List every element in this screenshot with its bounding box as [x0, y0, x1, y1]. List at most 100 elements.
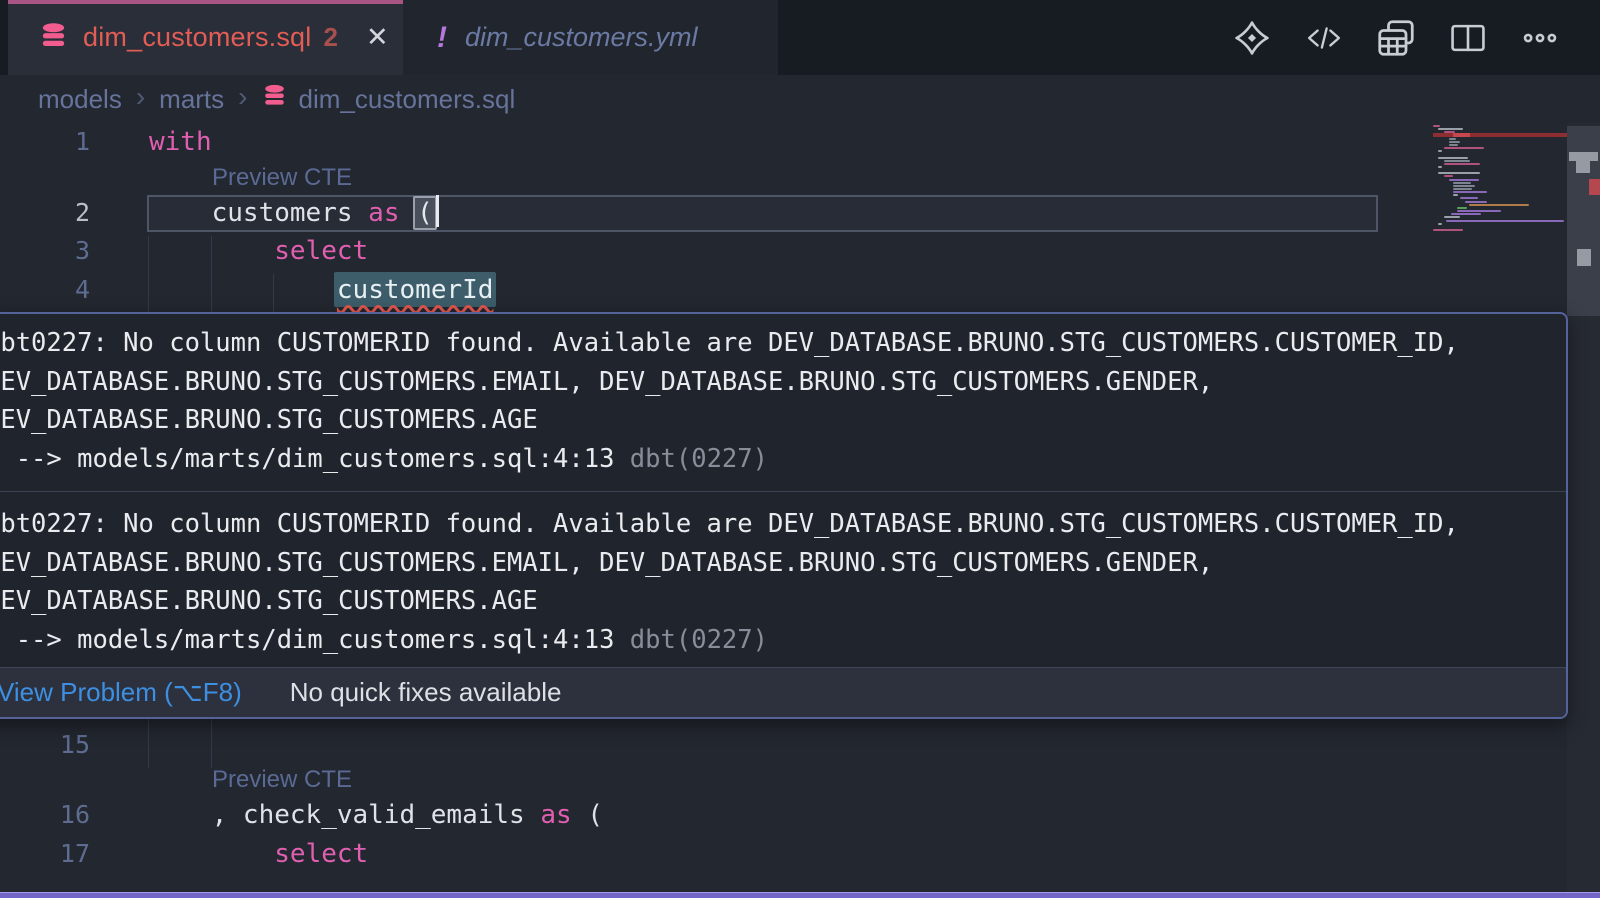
- minimap-code-line: [1446, 220, 1564, 222]
- minimap-error-line: [1433, 133, 1567, 137]
- breadcrumb-item-models[interactable]: models: [38, 84, 122, 115]
- code-preview-icon[interactable]: [1304, 18, 1344, 58]
- code-token: (: [413, 196, 437, 230]
- line-number: 2: [0, 194, 90, 233]
- tab-dim-customers-sql[interactable]: dim_customers.sql 2 ✕: [8, 0, 403, 75]
- code-token: with: [149, 127, 212, 157]
- minimap-code-line: [1457, 210, 1501, 212]
- codelens-row: Preview CTE: [0, 764, 1600, 796]
- code-token: (: [572, 800, 603, 830]
- overview-ruler[interactable]: [1567, 123, 1600, 892]
- line-content: , check_valid_emails as (: [149, 796, 603, 835]
- code-editor[interactable]: 1withPreview CTE2customers as (3select4c…: [0, 123, 1600, 892]
- minimap-code-line: [1438, 128, 1463, 130]
- error-file-location[interactable]: --> models/marts/dim_customers.sql:4:13: [0, 625, 614, 655]
- minimap-code-line: [1444, 160, 1470, 162]
- minimap-code-line: [1449, 179, 1479, 181]
- minimap-code-line: [1453, 191, 1487, 193]
- error-message-line: DEV_DATABASE.BRUNO.STG_CUSTOMERS.EMAIL, …: [0, 544, 1566, 583]
- minimap-error-word: [1453, 133, 1470, 137]
- minimap-code-line: [1453, 188, 1472, 190]
- error-location-line: --> models/marts/dim_customers.sql:4:13 …: [0, 440, 1566, 479]
- code-token: as: [368, 198, 399, 228]
- code-line[interactable]: 16 , check_valid_emails as (: [0, 796, 1600, 835]
- editor-window: dim_customers.sql 2 ✕ ! dim_customers.ym…: [0, 0, 1600, 898]
- line-content: customerId: [149, 271, 493, 310]
- minimap-code-line: [1444, 163, 1480, 165]
- overview-marker: [1577, 249, 1591, 266]
- error-message-line: dbt0227: No column CUSTOMERID found. Ava…: [0, 324, 1566, 363]
- code-line[interactable]: 3select: [0, 232, 1600, 271]
- code-token: customers: [212, 198, 369, 228]
- tab-bar: dim_customers.sql 2 ✕ ! dim_customers.ym…: [0, 0, 1600, 75]
- minimap-code-line: [1438, 172, 1480, 174]
- panel-resize-handle[interactable]: [0, 892, 1600, 898]
- error-message-line: dbt0227: No column CUSTOMERID found. Ava…: [0, 505, 1566, 544]
- code-lines-top: 1 withPreview CTE 2 customers as (3select4 c…: [0, 123, 1600, 309]
- line-number: 16: [0, 796, 90, 835]
- minimap-code-line: [1438, 166, 1442, 168]
- popup-divider: [0, 491, 1566, 492]
- minimap-code-line: [1469, 204, 1529, 206]
- popup-status-bar: View Problem (⌥F8) No quick fixes availa…: [0, 667, 1566, 717]
- code-token: as: [540, 800, 571, 830]
- error-file-location[interactable]: --> models/marts/dim_customers.sql:4:13: [0, 444, 614, 474]
- code-token: , check_valid_emails: [212, 800, 541, 830]
- dbt-logo-icon[interactable]: [1232, 18, 1272, 58]
- close-icon[interactable]: ✕: [366, 22, 389, 53]
- no-quick-fixes-label: No quick fixes available: [290, 677, 562, 708]
- line-number: 17: [0, 835, 90, 874]
- minimap-code-line: [1457, 207, 1467, 209]
- minimap-code-line: [1433, 125, 1440, 127]
- line-content: select: [149, 835, 368, 874]
- code-token: select: [274, 839, 368, 869]
- code-line[interactable]: 4 customerId: [0, 271, 1600, 310]
- minimap-code-line: [1465, 201, 1487, 203]
- editor-actions: [1232, 0, 1560, 75]
- line-content: select: [149, 232, 368, 271]
- breadcrumb-item-file[interactable]: dim_customers.sql: [261, 82, 515, 116]
- error-message-line: DEV_DATABASE.BRUNO.STG_CUSTOMERS.AGE: [0, 401, 1566, 440]
- line-number: 4: [0, 271, 90, 310]
- codelens-row: Preview CTE: [0, 162, 1600, 194]
- minimap-code-line: [1451, 213, 1481, 215]
- split-editor-icon[interactable]: [1448, 18, 1488, 58]
- line-content: customers as (: [149, 194, 439, 233]
- code-line[interactable]: 1 with: [0, 123, 1600, 162]
- error-message-block: dbt0227: No column CUSTOMERID found. Ava…: [0, 505, 1566, 659]
- code-line[interactable]: 2 customers as (: [0, 194, 1600, 233]
- minimap-code-line: [1444, 216, 1460, 218]
- codelens-preview-cte[interactable]: Preview CTE: [212, 766, 352, 794]
- minimap-code-line: [1438, 157, 1468, 159]
- query-results-icon[interactable]: [1376, 18, 1416, 58]
- minimap-code-line: [1444, 147, 1484, 149]
- code-line[interactable]: 15: [0, 726, 1600, 765]
- tab-dim-customers-yml[interactable]: ! dim_customers.yml: [403, 0, 778, 75]
- overview-error-marker: [1589, 179, 1600, 195]
- text-cursor: [436, 195, 439, 227]
- error-source-code: dbt(0227): [614, 625, 768, 655]
- overview-marker: [1576, 161, 1590, 173]
- minimap-code-line: [1438, 150, 1442, 152]
- minimap-code-line: [1453, 182, 1471, 184]
- codelens-preview-cte[interactable]: Preview CTE: [212, 164, 352, 192]
- error-hover-popup: dbt0227: No column CUSTOMERID found. Ava…: [0, 312, 1568, 719]
- minimap-code-line: [1449, 141, 1460, 143]
- chevron-right-icon: ›: [136, 81, 145, 113]
- breadcrumb: models › marts › dim_customers.sql: [0, 75, 1600, 123]
- tab-title: dim_customers.yml: [465, 22, 698, 53]
- minimap-code-line: [1444, 175, 1453, 177]
- view-problem-link[interactable]: View Problem (⌥F8): [0, 677, 242, 708]
- line-content: with: [149, 123, 212, 162]
- minimap-code-line: [1449, 138, 1456, 140]
- more-actions-icon[interactable]: [1520, 18, 1560, 58]
- error-token: customerId: [334, 272, 497, 307]
- minimap-code-line: [1433, 229, 1463, 231]
- code-line[interactable]: 17 select: [0, 835, 1600, 874]
- error-location-line: --> models/marts/dim_customers.sql:4:13 …: [0, 621, 1566, 660]
- overview-marker: [1569, 152, 1598, 161]
- minimap-code-line: [1449, 144, 1458, 146]
- line-number: 15: [0, 726, 90, 765]
- breadcrumb-item-marts[interactable]: marts: [159, 84, 224, 115]
- line-number: 1: [0, 123, 90, 162]
